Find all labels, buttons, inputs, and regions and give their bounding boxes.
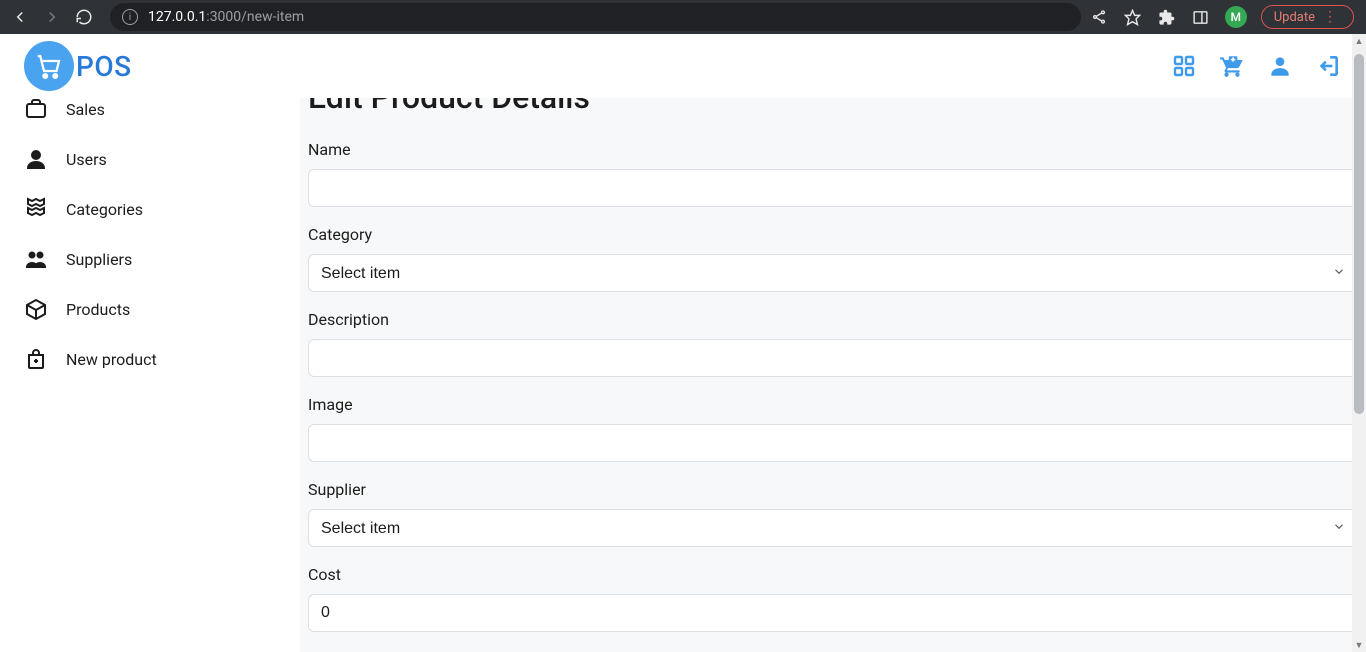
form-group-image: Image [308, 395, 1358, 462]
sidebar-item-label: Products [66, 300, 130, 319]
form-group-category: Category Select item [308, 225, 1358, 292]
url-host: 127.0.0.1 [148, 9, 206, 25]
page-scrollbar[interactable]: ▲ ▼ [1352, 34, 1366, 652]
sidebar: Sales Users Categories Suppliers Product… [0, 98, 300, 652]
browser-toolbar: i 127.0.0.1:3000/new-item M Update ⋮ [0, 0, 1366, 34]
label-image: Image [308, 395, 1358, 414]
sidebar-item-suppliers[interactable]: Suppliers [24, 234, 276, 284]
panel-icon[interactable] [1191, 7, 1211, 27]
form-group-cost: Cost [308, 565, 1358, 632]
url-path: :3000/new-item [206, 9, 304, 25]
sidebar-item-label: Suppliers [66, 250, 132, 269]
app-header: POS [0, 34, 1366, 98]
site-info-icon[interactable]: i [122, 9, 138, 25]
page-title: Edit Product Details [308, 98, 1358, 116]
input-image[interactable] [308, 424, 1358, 462]
form-group-supplier: Supplier Select item [308, 480, 1358, 547]
input-name[interactable] [308, 169, 1358, 207]
main-content: Edit Product Details Name Category Selec… [300, 98, 1366, 652]
user-icon[interactable] [1266, 52, 1294, 80]
extensions-icon[interactable] [1157, 7, 1177, 27]
scroll-down-icon[interactable]: ▼ [1352, 638, 1366, 652]
sidebar-item-label: Users [66, 150, 107, 169]
forward-button[interactable] [40, 5, 64, 29]
sidebar-item-new-product[interactable]: New product [24, 334, 276, 384]
select-category[interactable]: Select item [308, 254, 1358, 292]
sidebar-item-users[interactable]: Users [24, 134, 276, 184]
sidebar-item-label: Categories [66, 200, 143, 219]
kebab-icon: ⋮ [1323, 9, 1337, 25]
update-label: Update [1274, 10, 1315, 25]
browser-right-icons: M Update ⋮ [1089, 5, 1358, 29]
app: POS Sales Users [0, 34, 1366, 652]
url-text: 127.0.0.1:3000/new-item [148, 9, 304, 25]
url-bar[interactable]: i 127.0.0.1:3000/new-item [110, 3, 1081, 31]
scroll-up-icon[interactable]: ▲ [1352, 34, 1366, 48]
label-supplier: Supplier [308, 480, 1358, 499]
sidebar-item-label: Sales [66, 100, 105, 119]
update-button[interactable]: Update ⋮ [1261, 5, 1354, 29]
select-supplier[interactable]: Select item [308, 509, 1358, 547]
label-category: Category [308, 225, 1358, 244]
sidebar-item-categories[interactable]: Categories [24, 184, 276, 234]
star-icon[interactable] [1123, 7, 1143, 27]
share-icon[interactable] [1089, 7, 1109, 27]
add-to-cart-icon[interactable] [1218, 52, 1246, 80]
sidebar-item-products[interactable]: Products [24, 284, 276, 334]
header-icons [1170, 52, 1342, 80]
brand-text: POS [76, 50, 132, 83]
profile-avatar[interactable]: M [1225, 6, 1247, 28]
input-cost[interactable] [308, 594, 1358, 632]
sidebar-item-sales[interactable]: Sales [24, 98, 276, 134]
grid-apps-icon[interactable] [1170, 52, 1198, 80]
input-description[interactable] [308, 339, 1358, 377]
brand-logo[interactable]: POS [24, 41, 132, 91]
sidebar-item-label: New product [66, 350, 157, 369]
scroll-thumb[interactable] [1354, 54, 1364, 414]
label-description: Description [308, 310, 1358, 329]
label-cost: Cost [308, 565, 1358, 584]
back-button[interactable] [8, 5, 32, 29]
app-body: Sales Users Categories Suppliers Product… [0, 98, 1366, 652]
form-group-description: Description [308, 310, 1358, 377]
label-name: Name [308, 140, 1358, 159]
logout-icon[interactable] [1314, 52, 1342, 80]
form-group-name: Name [308, 140, 1358, 207]
reload-button[interactable] [72, 5, 96, 29]
cart-logo-icon [24, 41, 74, 91]
